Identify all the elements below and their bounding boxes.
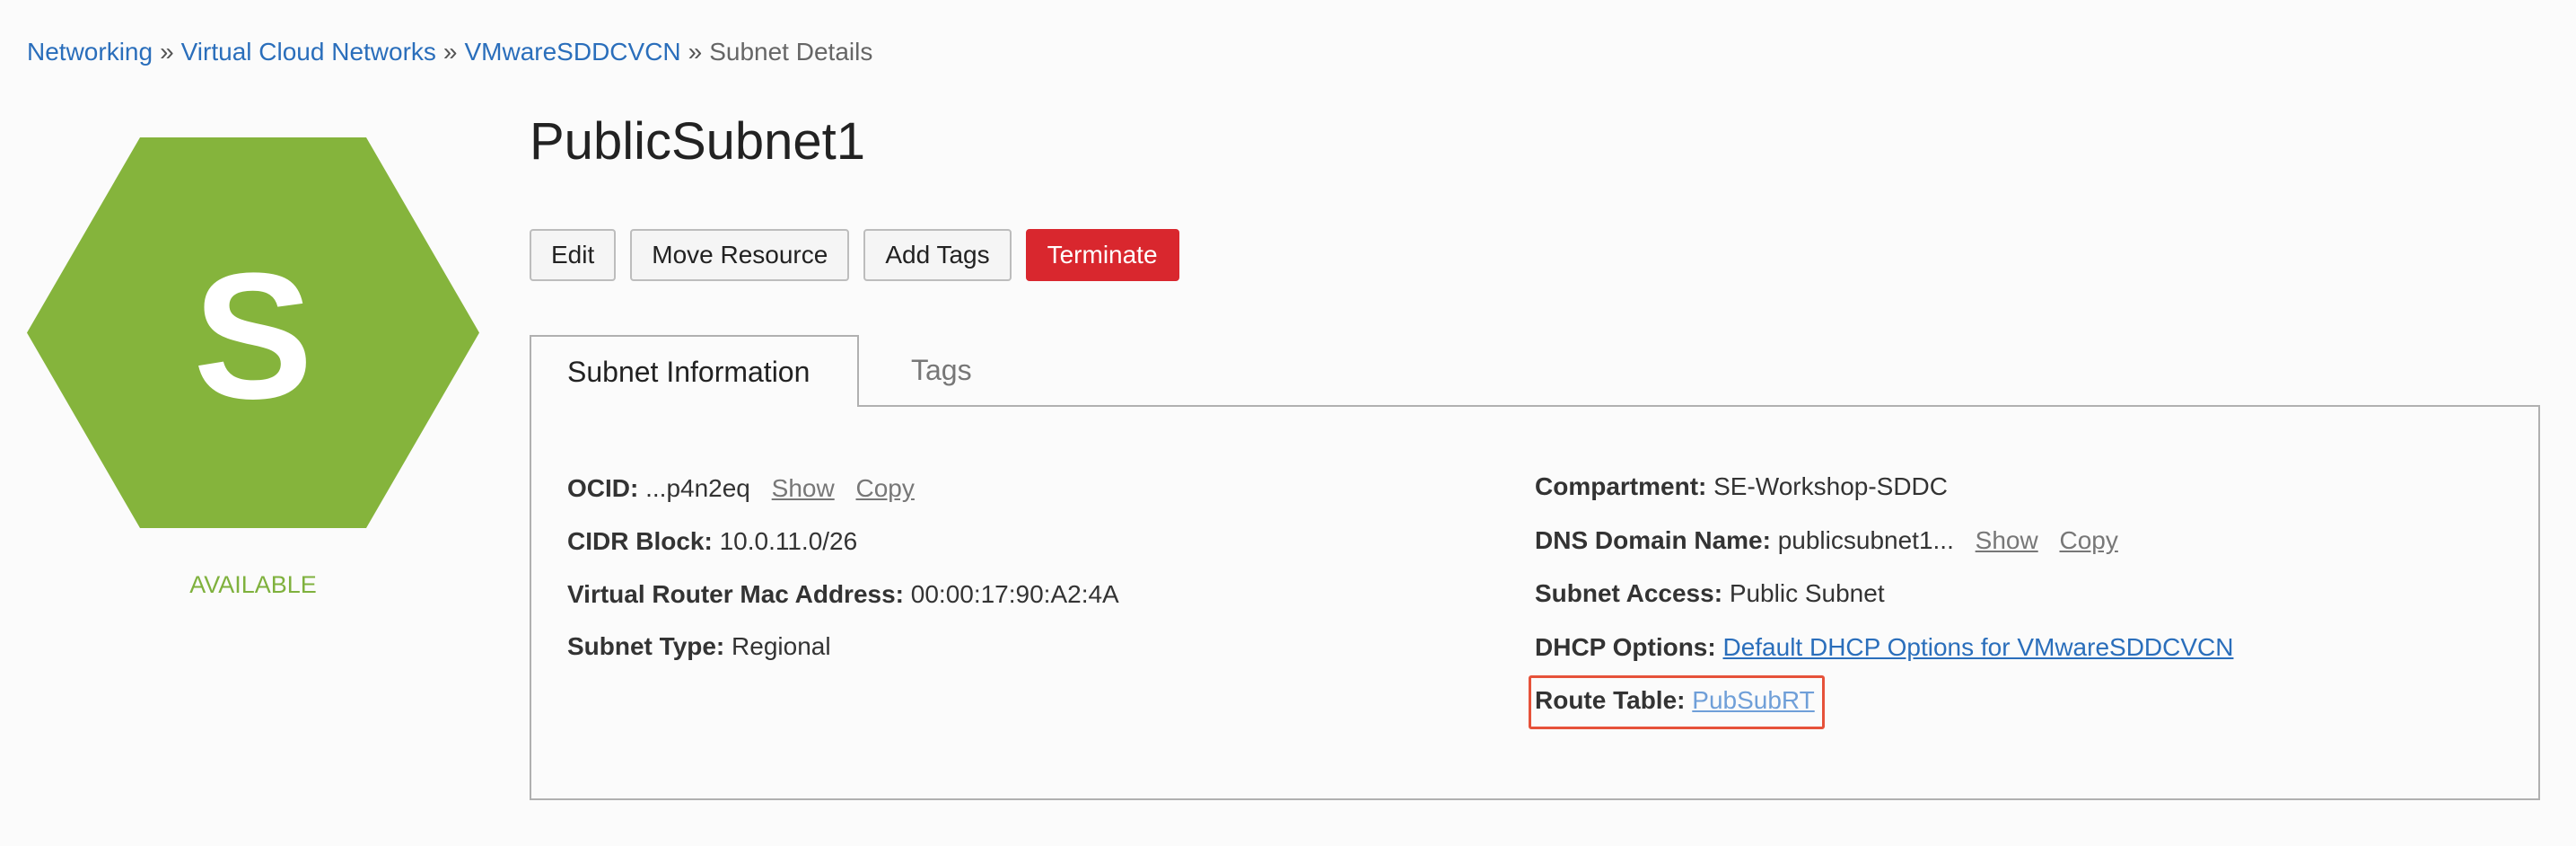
subnet-hexagon-icon: S: [27, 137, 479, 528]
edit-button[interactable]: Edit: [530, 229, 617, 281]
dns-label: DNS Domain Name:: [1535, 526, 1771, 554]
breadcrumb-link-vcn[interactable]: VMwareSDDCVCN: [464, 38, 680, 66]
detail-dns-domain-name: DNS Domain Name: publicsubnet1... Show C…: [1535, 524, 2118, 557]
detail-cidr-block: CIDR Block: 10.0.11.0/26: [567, 525, 857, 558]
detail-subnet-type: Subnet Type: Regional: [567, 630, 831, 663]
detail-dhcp-options: DHCP Options: Default DHCP Options for V…: [1535, 631, 2233, 664]
dns-show-link[interactable]: Show: [1976, 526, 2038, 554]
dns-copy-link[interactable]: Copy: [2059, 526, 2117, 554]
subnet-type-label: Subnet Type:: [567, 632, 725, 660]
terminate-button[interactable]: Terminate: [1025, 229, 1179, 281]
tab-tags[interactable]: Tags: [893, 335, 990, 405]
subnet-access-label: Subnet Access:: [1535, 579, 1723, 607]
subnet-access-value: Public Subnet: [1729, 579, 1885, 607]
tab-subnet-information[interactable]: Subnet Information: [530, 335, 859, 407]
action-bar: Edit Move Resource Add Tags Terminate: [530, 229, 1179, 281]
compartment-label: Compartment:: [1535, 472, 1707, 500]
detail-ocid: OCID: ...p4n2eq Show Copy: [567, 472, 915, 505]
ocid-show-link[interactable]: Show: [772, 474, 835, 502]
cidr-label: CIDR Block:: [567, 527, 713, 555]
compartment-value: SE-Workshop-SDDC: [1713, 472, 1948, 500]
subnet-type-value: Regional: [732, 632, 831, 660]
ocid-value: ...p4n2eq: [645, 474, 750, 502]
dns-value: publicsubnet1...: [1777, 526, 1954, 554]
breadcrumb-separator: »: [442, 38, 458, 66]
mac-label: Virtual Router Mac Address:: [567, 580, 904, 608]
detail-mac-address: Virtual Router Mac Address: 00:00:17:90:…: [567, 578, 1119, 611]
breadcrumb-link-virtual-cloud-networks[interactable]: Virtual Cloud Networks: [181, 38, 436, 66]
ocid-copy-link[interactable]: Copy: [856, 474, 915, 502]
detail-route-table: Route Table: PubSubRT: [1535, 684, 1815, 717]
route-table-link[interactable]: PubSubRT: [1692, 686, 1814, 714]
breadcrumb-separator: »: [688, 38, 703, 66]
breadcrumb-separator: »: [160, 38, 174, 66]
status-label: AVAILABLE: [189, 571, 317, 598]
breadcrumb-current: Subnet Details: [709, 38, 873, 66]
detail-compartment: Compartment: SE-Workshop-SDDC: [1535, 471, 1948, 503]
add-tags-button[interactable]: Add Tags: [863, 229, 1012, 281]
breadcrumb: Networking» Virtual Cloud Networks» VMware…: [27, 36, 872, 68]
page-title: PublicSubnet1: [530, 112, 866, 171]
mac-value: 00:00:17:90:A2:4A: [910, 580, 1119, 608]
move-resource-button[interactable]: Move Resource: [630, 229, 850, 281]
cidr-value: 10.0.11.0/26: [719, 527, 858, 555]
tab-bar: Subnet Information Tags: [530, 335, 2540, 407]
route-table-label: Route Table:: [1535, 686, 1686, 714]
breadcrumb-link-networking[interactable]: Networking: [27, 38, 153, 66]
ocid-label: OCID:: [567, 474, 639, 502]
hexagon-letter: S: [193, 236, 312, 436]
detail-subnet-access: Subnet Access: Public Subnet: [1535, 577, 1885, 610]
dhcp-label: DHCP Options:: [1535, 633, 1716, 661]
dhcp-options-link[interactable]: Default DHCP Options for VMwareSDDCVCN: [1722, 633, 2233, 661]
